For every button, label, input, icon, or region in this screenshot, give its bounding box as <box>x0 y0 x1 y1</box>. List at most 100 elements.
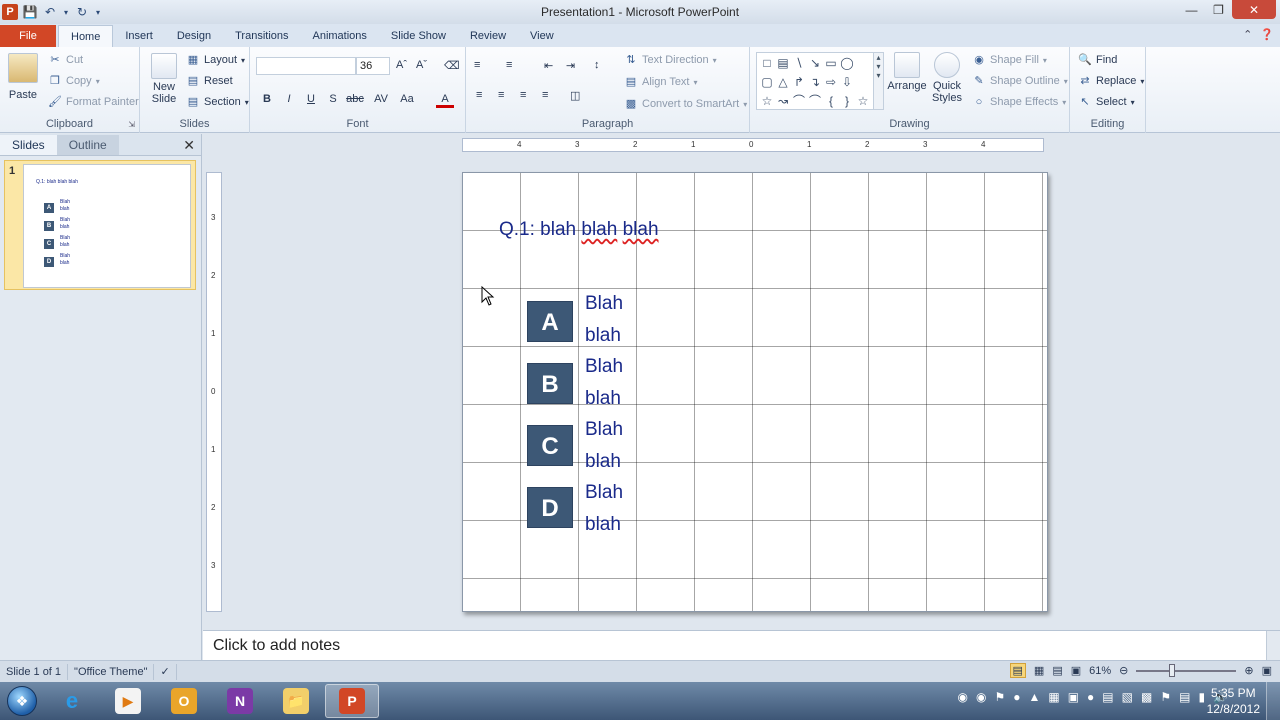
tab-insert[interactable]: Insert <box>113 25 165 47</box>
arrange-button[interactable]: Arrange <box>886 52 928 92</box>
powerpoint-app-icon[interactable]: P <box>2 4 18 20</box>
left-brace-shape-icon[interactable]: { <box>823 92 839 111</box>
minimize-ribbon-icon[interactable]: ⌃ <box>1243 28 1252 41</box>
tray-icon[interactable]: ▲ <box>1028 690 1040 704</box>
close-button[interactable]: ✕ <box>1232 0 1276 19</box>
paste-button[interactable]: Paste <box>6 53 40 101</box>
change-case-icon[interactable]: Aa <box>398 90 416 108</box>
cut-button[interactable]: ✂ Cut <box>48 53 83 67</box>
numbering-icon[interactable]: ≡ <box>506 59 512 71</box>
flag-icon[interactable]: ⚑ <box>1160 690 1171 704</box>
grow-font-icon[interactable]: Aˆ <box>396 59 407 71</box>
replace-button[interactable]: ⇄ Replace ▾ <box>1078 74 1144 88</box>
taskbar-onenote[interactable]: N <box>213 684 267 718</box>
tray-icon[interactable]: ▧ <box>1122 690 1133 704</box>
underline-icon[interactable]: U <box>302 90 320 108</box>
slide-canvas[interactable]: Q.1: blah blah blah A Blah blah B Blah bla… <box>462 172 1048 612</box>
elbow-connector-icon[interactable]: ↱ <box>791 73 807 92</box>
select-button[interactable]: ↖ Select ▾ <box>1078 95 1134 109</box>
slide-thumbnail-preview[interactable]: Q.1: blah blah blah A Blah blah B Blah bla… <box>23 164 191 288</box>
shape-effects-button[interactable]: ○ Shape Effects ▾ <box>972 95 1067 109</box>
option-text-c[interactable]: Blah blah <box>585 414 623 478</box>
right-brace-shape-icon[interactable]: } <box>839 92 855 111</box>
line-shape-icon[interactable]: ∖ <box>791 54 807 73</box>
notes-scrollbar[interactable] <box>1266 631 1280 661</box>
taskbar-internet-explorer[interactable]: e <box>45 684 99 718</box>
font-name-combo[interactable] <box>256 57 356 75</box>
reset-button[interactable]: ▤ Reset <box>186 74 233 88</box>
tab-review[interactable]: Review <box>458 25 518 47</box>
slide-title[interactable]: Q.1: blah blah blah <box>499 219 659 241</box>
minimize-button[interactable]: — <box>1178 0 1205 19</box>
tab-slides-pane[interactable]: Slides <box>0 134 57 155</box>
elbow-arrow-icon[interactable]: ↴ <box>807 73 823 92</box>
taskbar-powerpoint[interactable]: P <box>325 684 379 718</box>
align-left-icon[interactable]: ≡ <box>476 89 482 101</box>
rounded-rect-shape-icon[interactable]: ▢ <box>759 73 775 92</box>
new-slide-button[interactable]: New Slide <box>146 53 182 105</box>
start-button[interactable]: ❖ <box>0 682 44 720</box>
line-spacing-icon[interactable]: ↕ <box>594 59 600 71</box>
justify-icon[interactable]: ≡ <box>542 89 548 101</box>
rectangle-shape-icon[interactable]: □ <box>759 54 775 73</box>
quick-styles-button[interactable]: Quick Styles <box>930 52 964 104</box>
zoom-slider[interactable] <box>1136 663 1237 677</box>
triangle-shape-icon[interactable]: △ <box>775 73 791 92</box>
clear-formatting-icon[interactable]: ⌫ <box>444 59 460 72</box>
arrow-line-shape-icon[interactable]: ↘ <box>807 54 823 73</box>
tab-outline-pane[interactable]: Outline <box>56 134 119 155</box>
notes-pane[interactable]: Click to add notes <box>203 630 1280 661</box>
slide-sorter-icon[interactable]: ▦ <box>1034 664 1044 677</box>
fit-to-window-icon[interactable]: ▣ <box>1262 664 1272 677</box>
increase-indent-icon[interactable]: ⇥ <box>566 59 575 72</box>
star-shape-icon[interactable]: ☆ <box>759 92 775 111</box>
format-painter-button[interactable]: 🖌 Format Painter <box>48 95 139 109</box>
convert-smartart-button[interactable]: ▩ Convert to SmartArt ▾ <box>624 97 747 111</box>
tab-animations[interactable]: Animations <box>301 25 379 47</box>
tab-slide-show[interactable]: Slide Show <box>379 25 458 47</box>
option-text-b[interactable]: Blah blah <box>585 351 623 415</box>
battery-icon[interactable]: ▮ <box>1198 690 1205 704</box>
undo-icon[interactable]: ↶ <box>42 4 58 20</box>
zoom-out-icon[interactable]: ⊖ <box>1119 664 1128 677</box>
taskbar-explorer[interactable]: 📁 <box>269 684 323 718</box>
close-pane-icon[interactable]: ✕ <box>183 137 195 154</box>
theme-name[interactable]: "Office Theme" <box>68 663 155 680</box>
oval-shape-icon[interactable]: ◯ <box>839 54 855 73</box>
taskbar-outlook[interactable]: O <box>157 684 211 718</box>
tray-icon[interactable]: ◉ <box>957 690 967 704</box>
option-box-b[interactable]: B <box>527 363 573 404</box>
textbox-shape-icon[interactable]: ▤ <box>775 54 791 73</box>
option-box-d[interactable]: D <box>527 487 573 528</box>
bold-icon[interactable]: B <box>258 90 276 108</box>
tab-home[interactable]: Home <box>58 25 114 47</box>
copy-button[interactable]: ❐ Copy ▾ <box>48 74 100 88</box>
rectangle2-shape-icon[interactable]: ▭ <box>823 54 839 73</box>
align-text-button[interactable]: ▤ Align Text ▾ <box>624 75 698 89</box>
zoom-in-icon[interactable]: ⊕ <box>1244 664 1253 677</box>
layout-button[interactable]: ▦ Layout ▾ <box>186 53 245 67</box>
tab-transitions[interactable]: Transitions <box>223 25 300 47</box>
tray-icon[interactable]: ▤ <box>1102 690 1113 704</box>
curve-shape-icon[interactable]: ⌒ <box>791 92 807 111</box>
show-desktop-button[interactable] <box>1266 682 1280 720</box>
columns-icon[interactable]: ◫ <box>570 89 580 102</box>
tab-design[interactable]: Design <box>165 25 223 47</box>
maximize-button[interactable]: ❐ <box>1205 0 1232 19</box>
dialog-launcher-icon[interactable]: ⇲ <box>128 120 135 129</box>
shapes-gallery[interactable]: □ ▤ ∖ ↘ ▭ ◯ ▢ △ ↱ ↴ ⇨ ⇩ ☆ ↝ ⌒ ⌒ { } ☆ <box>756 52 874 110</box>
reading-view-icon[interactable]: ▤ <box>1052 664 1062 677</box>
italic-icon[interactable]: I <box>280 90 298 108</box>
decrease-indent-icon[interactable]: ⇤ <box>544 59 553 72</box>
center-icon[interactable]: ≡ <box>498 89 504 101</box>
spellcheck-icon[interactable]: ✓ <box>154 663 177 680</box>
strikethrough-icon[interactable]: abc <box>346 90 364 108</box>
right-arrow-shape-icon[interactable]: ⇨ <box>823 73 839 92</box>
option-text-a[interactable]: Blah blah <box>585 288 623 352</box>
star5-shape-icon[interactable]: ☆ <box>855 92 871 111</box>
redo-icon[interactable]: ↻ <box>74 4 90 20</box>
vertical-ruler[interactable]: 3 2 1 0 1 2 3 <box>206 172 222 612</box>
tray-icon[interactable]: ⚑ <box>994 690 1005 704</box>
shrink-font-icon[interactable]: Aˇ <box>416 59 427 71</box>
gallery-scroll[interactable]: ▴ ▾ ▾ <box>873 52 884 110</box>
